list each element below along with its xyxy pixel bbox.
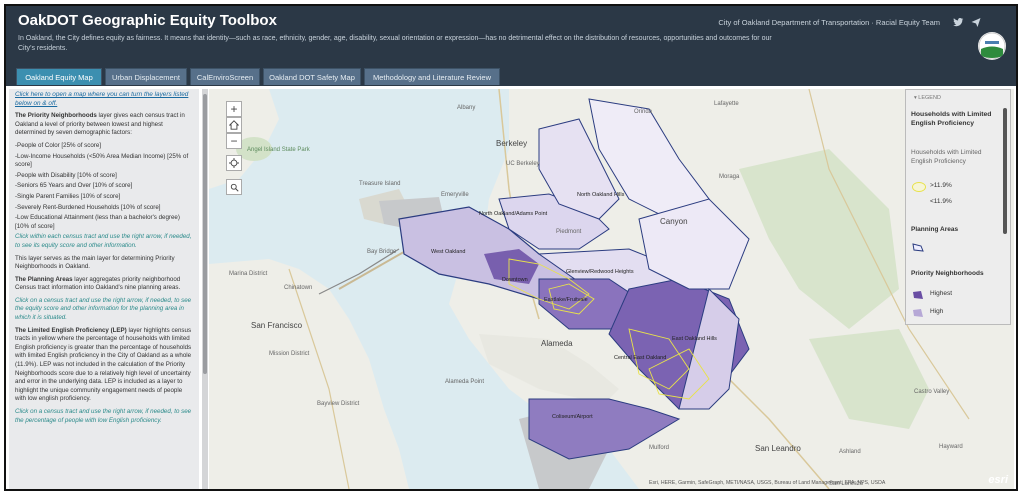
locate-button[interactable] bbox=[226, 155, 242, 171]
locate-icon bbox=[229, 158, 239, 168]
zoom-in-button[interactable]: + bbox=[226, 101, 242, 117]
factor-item: -Low-Income Households (<50% Area Median… bbox=[15, 152, 189, 169]
lep-paragraph: The Limited English Proficiency (LEP) la… bbox=[15, 327, 193, 404]
map-label-san-leandro: San Leandro bbox=[755, 444, 801, 453]
share-icon[interactable] bbox=[970, 16, 982, 28]
high-swatch bbox=[912, 308, 924, 317]
neighborhood-coliseum-airport: Coliseum/Airport bbox=[552, 414, 593, 420]
map-label-marina-district: Marina District bbox=[229, 271, 268, 277]
factor-item: -Severely Rent-Burdened Households [10% … bbox=[15, 203, 161, 211]
lep-below-label: <11.9% bbox=[930, 198, 952, 205]
map-label-treasure-island: Treasure Island bbox=[359, 181, 401, 187]
priority-neighborhoods-heading: The Priority Neighborhoods bbox=[15, 112, 97, 120]
app-title: OakDOT Geographic Equity Toolbox bbox=[18, 12, 277, 29]
basemap bbox=[209, 89, 1014, 489]
lep-heading: The Limited English Proficiency (LEP) bbox=[15, 326, 127, 334]
factor-item: -People with Disability [10% of score] bbox=[15, 171, 117, 179]
tab-oakland-equity-map[interactable]: Oakland Equity Map bbox=[16, 68, 102, 85]
app-frame: OakDOT Geographic Equity Toolbox In Oakl… bbox=[4, 4, 1018, 491]
esri-logo: esri bbox=[988, 474, 1008, 486]
planning-areas-heading: The Planning Areas bbox=[15, 275, 73, 283]
main-layer-text: This layer serves as the main layer for … bbox=[15, 254, 175, 271]
twitter-icon[interactable] bbox=[952, 16, 964, 28]
map-view[interactable]: San Francisco Alameda San Leandro Canyon… bbox=[209, 89, 1014, 489]
app-description: In Oakland, the City defines equity as f… bbox=[18, 35, 772, 52]
sidebar-panel[interactable]: Click here to open a map where you can t… bbox=[9, 89, 199, 489]
neighborhood-glenview: Glenview/Redwood Heights bbox=[566, 269, 634, 275]
hint-text: Click on a census tract and use the righ… bbox=[15, 408, 192, 424]
neighborhood-north-oakland-adams-point: North Oakland/Adams Point bbox=[479, 211, 548, 217]
map-label-lafayette: Lafayette bbox=[714, 101, 739, 107]
map-label-piedmont: Piedmont bbox=[556, 229, 582, 235]
home-button[interactable] bbox=[226, 117, 242, 133]
legend-scrollbar[interactable] bbox=[1003, 108, 1007, 234]
map-label-mission-district: Mission District bbox=[269, 351, 310, 357]
neighborhood-downtown: Downtown bbox=[502, 277, 528, 283]
tab-methodology[interactable]: Methodology and Literature Review bbox=[364, 68, 500, 85]
lep-above-swatch bbox=[912, 182, 926, 192]
map-label-bay-bridge: Bay Bridge bbox=[367, 249, 397, 255]
neighborhood-west-oakland: West Oakland bbox=[431, 249, 466, 255]
map-label-orinda: Orinda bbox=[634, 109, 653, 115]
hint-text: Click within each census tract and use t… bbox=[15, 233, 192, 249]
map-label-hayward: Hayward bbox=[939, 444, 963, 450]
map-label-san-francisco: San Francisco bbox=[251, 321, 303, 330]
priority-neighborhoods-paragraph: The Priority Neighborhoods layer gives e… bbox=[15, 112, 193, 138]
map-label-ashland: Ashland bbox=[839, 449, 861, 455]
neighborhood-north-oakland-hills: North Oakland Hills bbox=[577, 192, 625, 198]
organization-name: City of Oakland Department of Transporta… bbox=[718, 18, 940, 27]
map-label-mulford: Mulford bbox=[649, 445, 670, 451]
map-label-canyon: Canyon bbox=[660, 217, 688, 226]
factor-item: -Low Educational Attainment (less than a… bbox=[15, 214, 180, 230]
planning-areas-title: Planning Areas bbox=[911, 226, 959, 233]
map-label-uc-berkeley: UC Berkeley bbox=[506, 161, 540, 167]
map-label-bayview-district: Bayview District bbox=[317, 401, 360, 407]
lep-above-label: >11.9% bbox=[930, 182, 952, 189]
highest-label: Highest bbox=[930, 290, 953, 297]
sidebar-scroll-thumb[interactable] bbox=[203, 94, 207, 374]
legend-layer-subtitle: Households with Limited English Proficie… bbox=[911, 149, 982, 165]
search-icon bbox=[230, 183, 239, 192]
open-layers-map-link[interactable]: Click here to open a map where you can t… bbox=[15, 91, 193, 108]
planning-areas-paragraph: The Planning Areas layer aggregates prio… bbox=[15, 276, 193, 293]
home-icon bbox=[228, 120, 240, 130]
chevron-down-icon: ▾ bbox=[914, 95, 917, 101]
tab-oakland-dot-safety-map[interactable]: Oakland DOT Safety Map bbox=[263, 68, 361, 85]
zoom-out-button[interactable]: − bbox=[226, 133, 242, 149]
highest-swatch bbox=[912, 290, 924, 299]
legend-header-label: LEGEND bbox=[918, 95, 941, 101]
high-label: High bbox=[930, 308, 944, 315]
planning-area-swatch bbox=[912, 242, 924, 252]
neighborhood-eastlake-fruitvale: Eastlake/Fruitvale bbox=[544, 297, 588, 303]
factor-item: -Seniors 65 Years and Over [10% of score… bbox=[15, 182, 133, 190]
map-label-moraga: Moraga bbox=[719, 174, 740, 180]
map-label-emeryville: Emeryville bbox=[441, 192, 469, 198]
app-header: OakDOT Geographic Equity Toolbox In Oakl… bbox=[6, 6, 1016, 66]
factor-item: -Single Parent Families [10% of score] bbox=[15, 192, 121, 200]
map-label-alameda-point: Alameda Point bbox=[445, 379, 485, 385]
tab-calenviroscreen[interactable]: CalEnviroScreen bbox=[190, 68, 260, 85]
tab-bar: Oakland Equity Map Urban Displacement Ca… bbox=[6, 66, 1016, 86]
hint-text: Click on a census tract and use the righ… bbox=[15, 296, 192, 322]
map-label-angel-island: Angel Island State Park bbox=[247, 147, 310, 153]
map-attribution: Esri, HERE, Garmin, SafeGraph, METI/NASA… bbox=[649, 480, 886, 486]
map-label-albany: Albany bbox=[457, 105, 476, 111]
lep-text: layer highlights census tracts in yellow… bbox=[15, 326, 192, 403]
map-label-alameda: Alameda bbox=[541, 339, 573, 348]
legend-panel: ▾ LEGEND Households with Limited English… bbox=[905, 89, 1011, 325]
tab-urban-displacement[interactable]: Urban Displacement bbox=[105, 68, 187, 85]
priority-neighborhoods-title: Priority Neighborhoods bbox=[911, 270, 984, 277]
legend-layer-title: Households with Limited English Proficie… bbox=[911, 111, 992, 127]
map-label-chinatown: Chinatown bbox=[284, 285, 313, 291]
main-content: Click here to open a map where you can t… bbox=[6, 86, 1016, 489]
search-button[interactable] bbox=[226, 179, 242, 195]
map-label-berkeley: Berkeley bbox=[496, 139, 528, 148]
legend-header[interactable]: ▾ LEGEND bbox=[914, 95, 941, 101]
neighborhood-central-east-oakland: Central East Oakland bbox=[614, 355, 667, 361]
map-label-castro-valley: Castro Valley bbox=[914, 389, 950, 395]
city-logo bbox=[978, 32, 1006, 60]
factor-item: -People of Color [25% of score] bbox=[15, 141, 101, 149]
neighborhood-east-oakland-hills: East Oakland Hills bbox=[672, 336, 717, 342]
